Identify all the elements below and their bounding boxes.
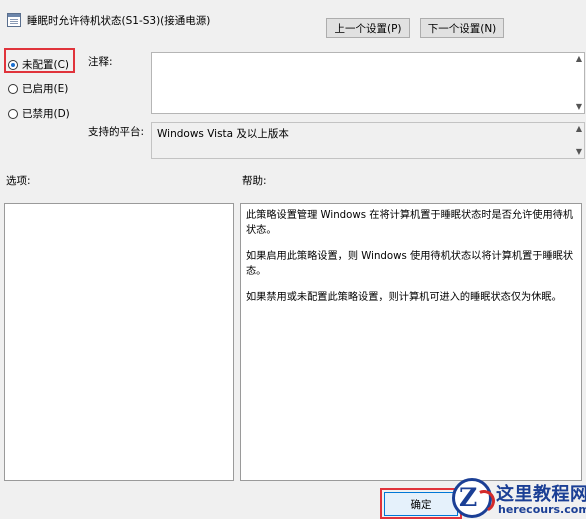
- prev-setting-button[interactable]: 上一个设置(P): [326, 18, 410, 38]
- next-setting-button[interactable]: 下一个设置(N): [420, 18, 504, 38]
- options-box: [4, 203, 234, 481]
- radio-disabled[interactable]: 已禁用(D): [8, 106, 70, 121]
- scroll-up-icon[interactable]: ▲: [576, 55, 582, 63]
- help-paragraph: 如果禁用或未配置此策略设置，则计算机可进入的睡眠状态仅为休眠。: [246, 292, 562, 303]
- radio-unchecked-icon[interactable]: [8, 108, 18, 119]
- platform-label: 支持的平台:: [88, 126, 145, 138]
- scroll-down-icon[interactable]: ▼: [576, 148, 582, 156]
- platform-field: Windows Vista 及以上版本 ▲ ▼: [151, 122, 585, 159]
- policy-setting-dialog: 睡眠时允许待机状态(S1-S3)(接通电源) 上一个设置(P) 下一个设置(N)…: [0, 0, 586, 519]
- dialog-title: 睡眠时允许待机状态(S1-S3)(接通电源): [27, 15, 211, 27]
- highlight-frame-not-configured: [4, 48, 75, 73]
- help-text-box: 此策略设置管理 Windows 在将计算机置于睡眠状态时是否允许使用待机状态。 …: [240, 203, 582, 481]
- comment-field[interactable]: ▲ ▼: [151, 52, 585, 114]
- help-label: 帮助:: [242, 175, 267, 187]
- radio-label-disabled: 已禁用(D): [22, 108, 70, 120]
- radio-label-enabled: 已启用(E): [22, 83, 69, 95]
- options-label: 选项:: [6, 175, 31, 187]
- radio-unchecked-icon[interactable]: [8, 83, 18, 94]
- watermark-url: herecours.com: [498, 503, 586, 516]
- watermark-logo-icon: Z: [452, 478, 499, 518]
- options-pane: [4, 203, 234, 481]
- watermark: Z 这里教程网 herecours.com: [452, 478, 586, 519]
- policy-icon: [7, 13, 21, 27]
- scroll-down-icon[interactable]: ▼: [576, 103, 582, 111]
- scroll-up-icon[interactable]: ▲: [576, 125, 582, 133]
- highlight-frame-ok: [380, 488, 462, 519]
- help-paragraph: 如果启用此策略设置，则 Windows 使用待机状态以将计算机置于睡眠状态。: [246, 251, 574, 277]
- help-paragraph: 此策略设置管理 Windows 在将计算机置于睡眠状态时是否允许使用待机状态。: [246, 210, 574, 236]
- comment-label: 注释:: [88, 56, 113, 68]
- radio-enabled[interactable]: 已启用(E): [8, 81, 68, 96]
- platform-value: Windows Vista 及以上版本: [157, 128, 289, 140]
